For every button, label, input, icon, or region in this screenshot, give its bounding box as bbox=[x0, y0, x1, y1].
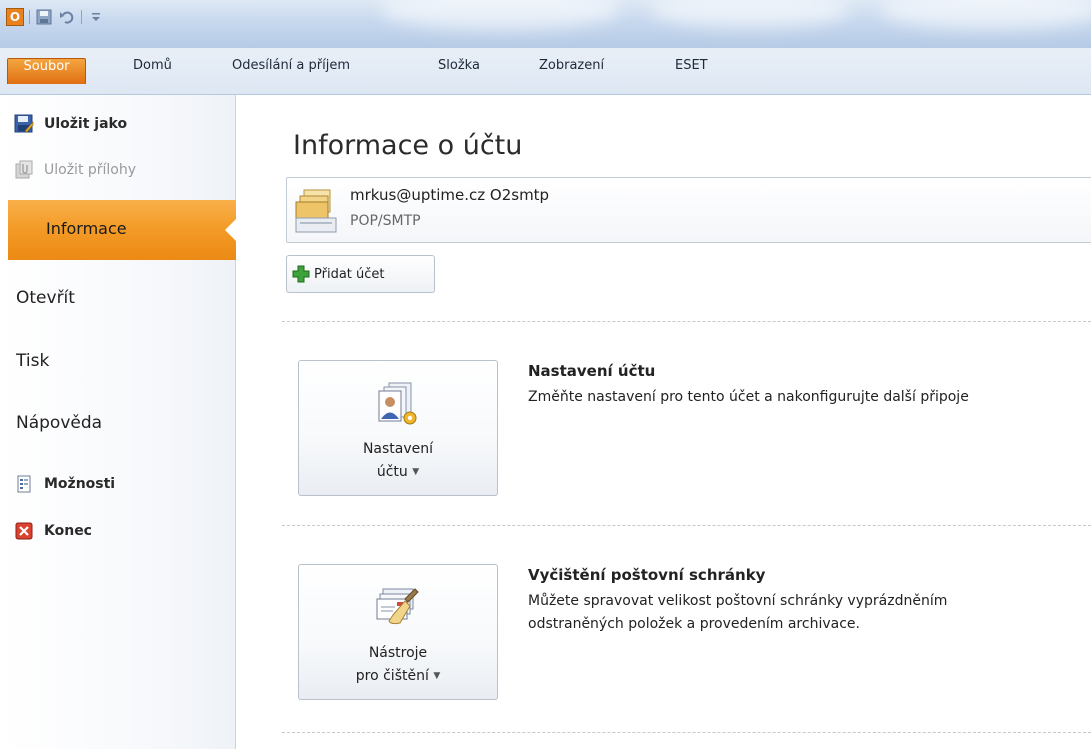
add-account-button[interactable]: Přidat účet bbox=[286, 255, 435, 293]
chevron-down-icon: ▼ bbox=[412, 467, 420, 477]
undo-icon[interactable] bbox=[58, 8, 76, 26]
nav-save-as-label: Uložit jako bbox=[44, 116, 128, 132]
options-icon bbox=[14, 474, 34, 494]
account-settings-icon bbox=[375, 381, 421, 427]
account-email: mrkus@uptime.cz O2smtp bbox=[350, 186, 550, 204]
cleanup-tools-icon bbox=[375, 585, 421, 631]
save-attachments-icon bbox=[14, 160, 34, 180]
exit-icon bbox=[14, 521, 34, 541]
section-divider bbox=[282, 732, 1091, 733]
nav-exit-label: Konec bbox=[44, 523, 92, 539]
add-account-label: Přidat účet bbox=[314, 266, 385, 282]
title-bar: O bbox=[0, 0, 1091, 48]
account-selector[interactable]: mrkus@uptime.cz O2smtp POP/SMTP bbox=[286, 177, 1091, 243]
account-settings-label-1: Nastavení bbox=[362, 441, 434, 457]
account-settings-button[interactable]: Nastavení účtu ▼ bbox=[298, 360, 498, 496]
chevron-down-icon: ▼ bbox=[433, 671, 441, 681]
account-settings-title: Nastavení účtu bbox=[528, 362, 656, 380]
outlook-app-icon[interactable]: O bbox=[6, 8, 24, 26]
account-type: POP/SMTP bbox=[350, 213, 421, 229]
mailbox-cleanup-description-1: Můžete spravovat velikost poštovní schrá… bbox=[528, 593, 948, 609]
nav-save-as[interactable]: Uložit jako bbox=[14, 112, 127, 136]
customize-icon[interactable] bbox=[87, 8, 105, 26]
section-divider bbox=[282, 321, 1091, 322]
ribbon-tabs: Soubor Domů Odesílání a příjem Složka Zo… bbox=[0, 48, 1091, 95]
nav-options[interactable]: Možnosti bbox=[14, 472, 115, 496]
account-settings-description: Změňte nastavení pro tento účet a nakonf… bbox=[528, 389, 969, 405]
nav-exit[interactable]: Konec bbox=[14, 519, 92, 543]
cleanup-tools-label-1: Nástroje bbox=[368, 645, 428, 661]
tab-file[interactable]: Soubor bbox=[7, 58, 86, 84]
quick-access-toolbar: O bbox=[6, 7, 105, 27]
tab-folder[interactable]: Složka bbox=[438, 58, 480, 84]
backstage-nav: Uložit jako Uložit přílohy Informace Ote… bbox=[0, 95, 236, 749]
backstage-content: Informace o účtu mrkus@uptime.cz O2smtp … bbox=[237, 95, 1091, 749]
qat-separator bbox=[81, 10, 82, 24]
tab-home[interactable]: Domů bbox=[133, 58, 172, 84]
qat-separator bbox=[29, 10, 30, 24]
nav-save-attachments[interactable]: Uložit přílohy bbox=[14, 158, 136, 182]
nav-open[interactable]: Otevřít bbox=[16, 288, 75, 308]
section-divider bbox=[282, 525, 1091, 526]
nav-info-label: Informace bbox=[46, 219, 127, 238]
tab-view[interactable]: Zobrazení bbox=[539, 58, 604, 84]
nav-print[interactable]: Tisk bbox=[16, 351, 49, 371]
nav-options-label: Možnosti bbox=[44, 476, 116, 492]
cleanup-tools-button[interactable]: Nástroje pro čištění ▼ bbox=[298, 564, 498, 700]
save-icon[interactable] bbox=[35, 8, 53, 26]
account-folder-icon bbox=[292, 188, 340, 234]
nav-info[interactable]: Informace bbox=[8, 200, 236, 260]
tab-send-receive[interactable]: Odesílání a příjem bbox=[232, 58, 350, 84]
active-pointer bbox=[225, 219, 236, 241]
account-settings-label-2: účtu ▼ bbox=[376, 464, 420, 480]
save-as-icon bbox=[14, 114, 34, 134]
page-title: Informace o účtu bbox=[293, 130, 523, 161]
add-icon bbox=[292, 265, 310, 283]
cleanup-tools-label-2: pro čištění ▼ bbox=[355, 668, 441, 684]
nav-save-attachments-label: Uložit přílohy bbox=[44, 162, 137, 178]
tab-eset[interactable]: ESET bbox=[675, 58, 708, 84]
mailbox-cleanup-title: Vyčištění poštovní schránky bbox=[528, 566, 766, 584]
nav-help[interactable]: Nápověda bbox=[16, 413, 102, 433]
mailbox-cleanup-description-2: odstraněných položek a provedením archiv… bbox=[528, 616, 860, 632]
